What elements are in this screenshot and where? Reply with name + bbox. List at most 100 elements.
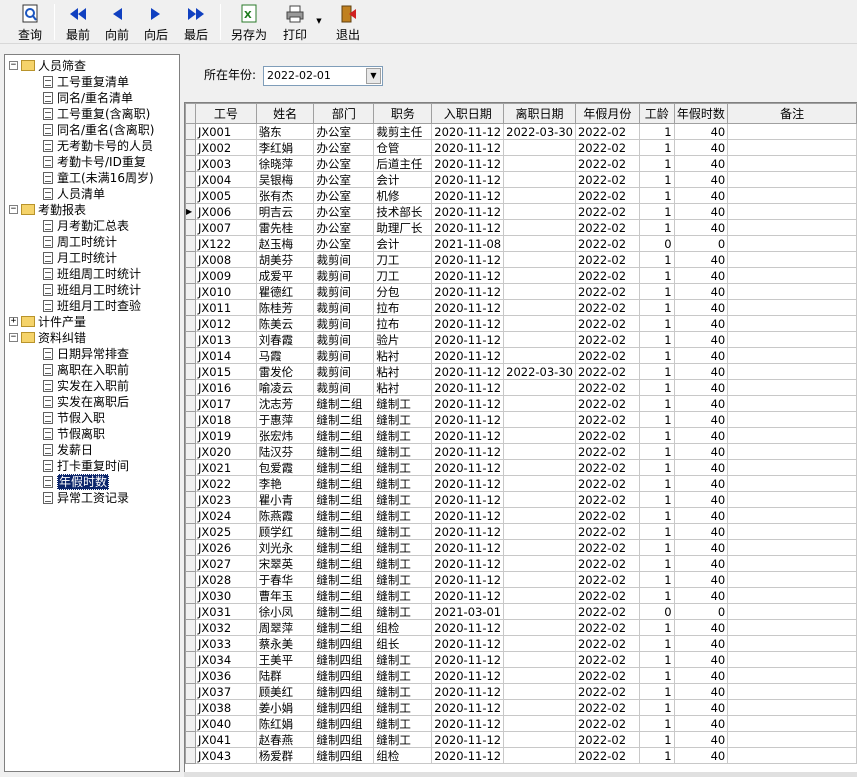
table-cell[interactable]: 杨爱群 <box>255 747 315 764</box>
table-cell[interactable]: JX027 <box>194 555 257 572</box>
table-cell[interactable]: 2022-02 <box>574 315 640 332</box>
table-cell[interactable]: 40 <box>673 443 729 460</box>
table-cell[interactable]: JX024 <box>194 507 257 524</box>
table-cell[interactable]: 缝制二组 <box>313 587 375 604</box>
table-cell[interactable]: 1 <box>638 491 675 508</box>
table-cell[interactable]: 裁剪间 <box>313 363 375 380</box>
table-cell[interactable]: JX030 <box>194 587 257 604</box>
table-cell[interactable] <box>727 603 857 620</box>
table-cell[interactable] <box>727 475 857 492</box>
table-cell[interactable]: 刀工 <box>373 251 433 268</box>
table-cell[interactable]: 缝制工 <box>373 587 433 604</box>
table-cell[interactable]: 缝制工 <box>373 411 433 428</box>
table-cell[interactable]: 2022-02 <box>574 731 640 748</box>
table-cell[interactable]: 1 <box>638 523 675 540</box>
table-cell[interactable]: JX018 <box>194 411 257 428</box>
table-cell[interactable]: 裁剪间 <box>313 347 375 364</box>
table-cell[interactable]: 40 <box>673 363 729 380</box>
table-cell[interactable]: 1 <box>638 715 675 732</box>
row-selector[interactable] <box>185 251 196 268</box>
table-cell[interactable]: JX010 <box>194 283 257 300</box>
table-cell[interactable]: 办公室 <box>313 123 375 140</box>
table-cell[interactable]: 李红娟 <box>255 139 315 156</box>
table-cell[interactable]: 缝制四组 <box>313 651 375 668</box>
table-cell[interactable] <box>503 203 576 220</box>
table-cell[interactable]: 刀工 <box>373 267 433 284</box>
table-cell[interactable]: 2020-11-12 <box>431 187 505 204</box>
table-cell[interactable]: 分包 <box>373 283 433 300</box>
table-cell[interactable]: 1 <box>638 283 675 300</box>
table-cell[interactable] <box>503 331 576 348</box>
table-cell[interactable]: JX015 <box>194 363 257 380</box>
table-cell[interactable] <box>503 715 576 732</box>
table-cell[interactable]: 40 <box>673 139 729 156</box>
table-cell[interactable]: 1 <box>638 475 675 492</box>
table-cell[interactable] <box>503 459 576 476</box>
table-cell[interactable]: 40 <box>673 571 729 588</box>
table-row[interactable]: JX004 吴银梅 办公室 会计 2020-11-12 2022-02 1 40 <box>185 171 857 188</box>
table-cell[interactable]: JX032 <box>194 619 257 636</box>
table-cell[interactable] <box>727 411 857 428</box>
row-selector[interactable] <box>185 667 196 684</box>
table-cell[interactable]: 2022-02 <box>574 347 640 364</box>
table-cell[interactable] <box>503 555 576 572</box>
table-cell[interactable]: 缝制二组 <box>313 523 375 540</box>
table-row[interactable]: JX024 陈燕霞 缝制二组 缝制工 2020-11-12 2022-02 1 40 <box>185 507 857 524</box>
table-cell[interactable] <box>503 411 576 428</box>
table-cell[interactable]: JX025 <box>194 523 257 540</box>
row-selector[interactable] <box>185 747 196 764</box>
table-cell[interactable] <box>727 635 857 652</box>
table-cell[interactable] <box>727 539 857 556</box>
row-selector[interactable] <box>185 187 196 204</box>
table-cell[interactable] <box>503 283 576 300</box>
table-cell[interactable]: 验片 <box>373 331 433 348</box>
table-cell[interactable]: 缝制四组 <box>313 747 375 764</box>
table-cell[interactable]: 徐晓萍 <box>255 155 315 172</box>
table-cell[interactable]: 1 <box>638 299 675 316</box>
tree-folder[interactable]: − 人员筛查 <box>9 58 86 74</box>
table-cell[interactable]: 2022-02 <box>574 507 640 524</box>
table-cell[interactable]: 组检 <box>373 747 433 764</box>
table-cell[interactable] <box>503 155 576 172</box>
print-button[interactable]: 打印 <box>278 2 312 42</box>
tree-item[interactable]: 班组月工时统计 <box>43 282 141 298</box>
table-cell[interactable]: 1 <box>638 379 675 396</box>
table-cell[interactable] <box>727 171 857 188</box>
table-cell[interactable]: 缝制二组 <box>313 491 375 508</box>
table-cell[interactable]: 1 <box>638 555 675 572</box>
table-cell[interactable]: JX043 <box>194 747 257 764</box>
year-select[interactable]: 2022-02-01 ▼ <box>263 66 383 86</box>
table-cell[interactable]: JX026 <box>194 539 257 556</box>
table-cell[interactable]: 1 <box>638 507 675 524</box>
table-row[interactable]: JX040 陈红娟 缝制四组 缝制工 2020-11-12 2022-02 1 40 <box>185 715 857 732</box>
table-cell[interactable]: 会计 <box>373 235 433 252</box>
table-cell[interactable]: 缝制工 <box>373 603 433 620</box>
table-cell[interactable] <box>727 619 857 636</box>
table-cell[interactable] <box>503 491 576 508</box>
table-row[interactable]: JX012 陈美云 裁剪间 拉布 2020-11-12 2022-02 1 40 <box>185 315 857 332</box>
table-cell[interactable]: 2020-11-12 <box>431 363 505 380</box>
table-cell[interactable]: 缝制二组 <box>313 619 375 636</box>
tree-item[interactable]: 离职在入职前 <box>43 362 129 378</box>
table-cell[interactable]: 缝制二组 <box>313 603 375 620</box>
table-cell[interactable] <box>727 715 857 732</box>
horizontal-scrollbar[interactable] <box>184 772 857 777</box>
row-selector[interactable] <box>185 123 196 140</box>
table-row[interactable]: JX027 宋翠英 缝制二组 缝制工 2020-11-12 2022-02 1 40 <box>185 555 857 572</box>
table-cell[interactable]: 顾美红 <box>255 683 315 700</box>
table-cell[interactable]: 1 <box>638 411 675 428</box>
table-cell[interactable]: 陆群 <box>255 667 315 684</box>
table-cell[interactable]: JX006 <box>194 203 257 220</box>
table-cell[interactable]: 40 <box>673 651 729 668</box>
table-cell[interactable]: 缝制工 <box>373 651 433 668</box>
tree-item[interactable]: 无考勤卡号的人员 <box>43 138 153 154</box>
table-cell[interactable] <box>727 315 857 332</box>
table-cell[interactable]: 缝制二组 <box>313 395 375 412</box>
table-cell[interactable]: 2022-02 <box>574 571 640 588</box>
table-cell[interactable]: 2022-02 <box>574 587 640 604</box>
table-cell[interactable]: 张宏炜 <box>255 427 315 444</box>
table-cell[interactable]: 0 <box>638 603 675 620</box>
table-cell[interactable]: 2020-11-12 <box>431 267 505 284</box>
table-cell[interactable]: 1 <box>638 747 675 764</box>
table-cell[interactable]: 组长 <box>373 635 433 652</box>
